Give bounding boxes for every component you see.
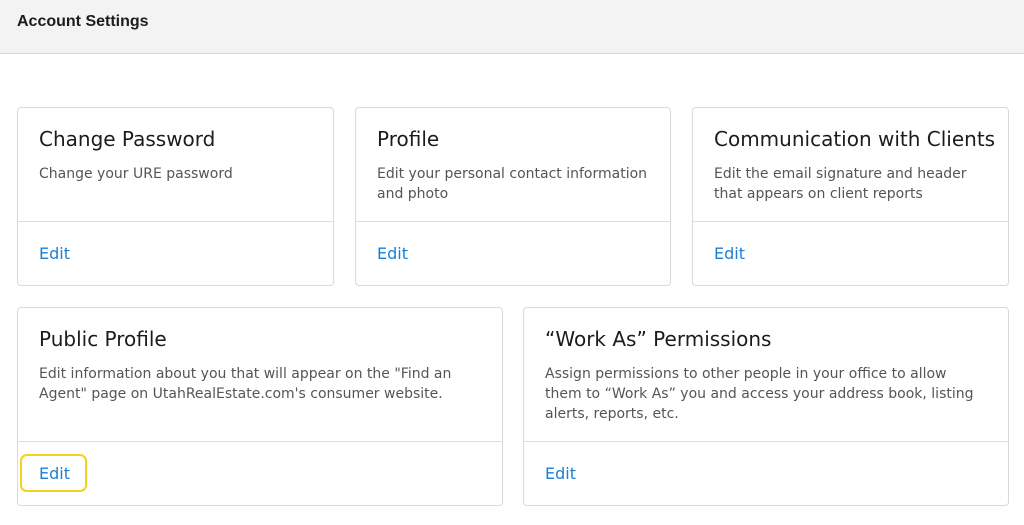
edit-change-password-link[interactable]: Edit xyxy=(39,244,70,263)
card-divider xyxy=(356,221,670,222)
card-divider xyxy=(18,221,333,222)
edit-work-as-link[interactable]: Edit xyxy=(545,464,576,483)
card-title: Change Password xyxy=(39,127,216,151)
card-divider xyxy=(524,441,1008,442)
card-description: Change your URE password xyxy=(39,166,233,182)
edit-public-profile-link[interactable]: Edit xyxy=(39,464,70,483)
edit-profile-link[interactable]: Edit xyxy=(377,244,408,263)
card-communication-with-clients: Communication with Clients Edit the emai… xyxy=(692,107,1009,286)
card-title: Communication with Clients xyxy=(714,127,996,151)
card-work-as-permissions: “Work As” Permissions Assign permissions… xyxy=(523,307,1009,506)
card-description: Edit your personal contact information a… xyxy=(377,166,648,202)
card-description: Assign permissions to other people in yo… xyxy=(545,366,974,422)
card-description: Edit the email signature and header that… xyxy=(714,166,967,202)
card-divider xyxy=(18,441,502,442)
card-title: Public Profile xyxy=(39,327,167,351)
card-divider xyxy=(693,221,1008,222)
card-profile: Profile Edit your personal contact infor… xyxy=(355,107,671,286)
edit-communication-link[interactable]: Edit xyxy=(714,244,745,263)
page-title: Account Settings xyxy=(17,13,149,30)
card-change-password: Change Password Change your URE password… xyxy=(17,107,334,286)
card-public-profile: Public Profile Edit information about yo… xyxy=(17,307,503,506)
page-header: Account Settings xyxy=(0,0,1024,54)
card-title: “Work As” Permissions xyxy=(545,327,772,351)
card-title: Profile xyxy=(377,127,440,151)
card-description: Edit information about you that will app… xyxy=(39,366,452,402)
